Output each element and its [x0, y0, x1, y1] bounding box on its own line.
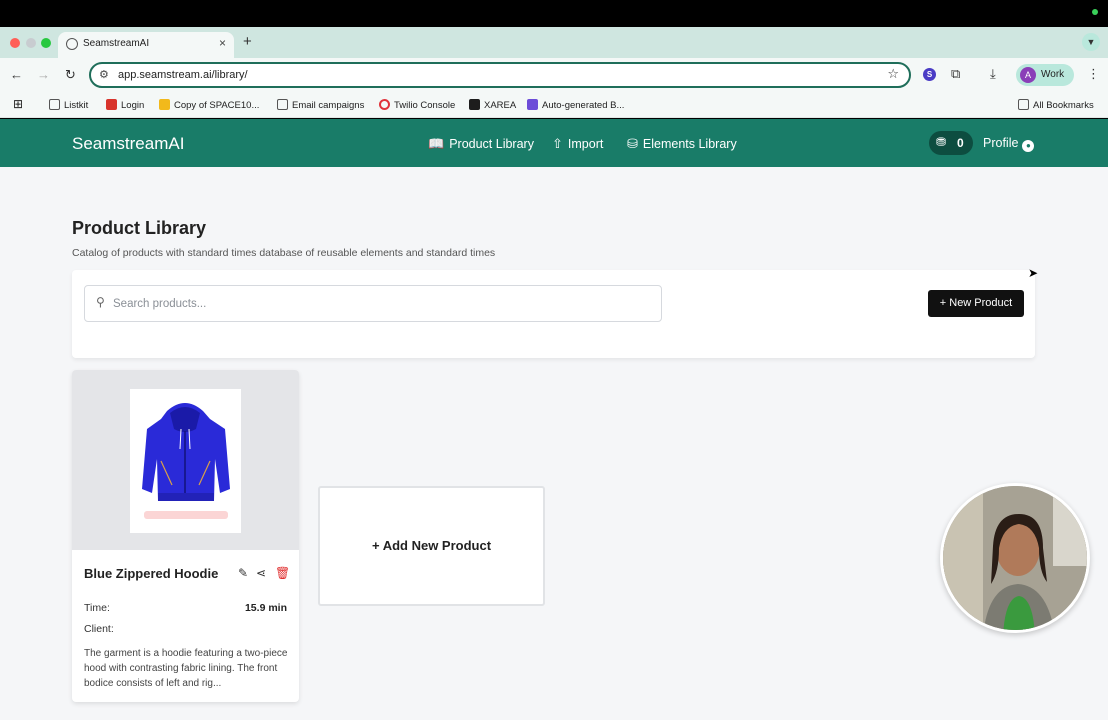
database-icon: ⛁: [627, 136, 638, 151]
login-favicon-icon: [106, 99, 117, 110]
reload-icon[interactable]: ↻: [65, 67, 76, 83]
bookmark-email-campaigns[interactable]: Email campaigns: [277, 99, 364, 111]
presenter-image-icon: [943, 486, 1087, 630]
browser-profile-chip[interactable]: A Work: [1016, 64, 1074, 86]
window-zoom-icon[interactable]: [41, 38, 51, 48]
bookmark-login[interactable]: Login: [106, 99, 144, 111]
search-icon: ⚲: [96, 295, 105, 309]
download-icon[interactable]: ⤓: [990, 66, 996, 82]
product-card[interactable]: Blue Zippered Hoodie ✎ ⋖ 🗑 Time: 15.9 mi…: [72, 370, 299, 702]
edit-icon[interactable]: ✎: [238, 566, 248, 580]
bookmark-all-bookmarks[interactable]: All Bookmarks: [1018, 99, 1094, 111]
video-favicon-icon: [527, 99, 538, 110]
nav-elements-library[interactable]: ⛁ Elements Library: [627, 136, 737, 152]
extension-s-icon[interactable]: S: [923, 68, 936, 81]
browser-tab-active[interactable]: SeamstreamAI ×: [58, 32, 234, 58]
client-label: Client:: [84, 623, 114, 635]
site-settings-icon[interactable]: ⚙: [99, 68, 109, 81]
hoodie-image-icon: [142, 403, 230, 519]
bookmark-auto-generated[interactable]: Auto-generated B...: [527, 99, 624, 111]
tab-search-icon[interactable]: ▼: [1082, 33, 1100, 51]
bookmark-xarea[interactable]: XAREA: [469, 99, 516, 111]
main-content: Product Library Catalog of products with…: [0, 167, 1108, 720]
window-minimize-icon[interactable]: [26, 38, 36, 48]
window-close-icon[interactable]: [10, 38, 20, 48]
bookmark-twilio-console[interactable]: Twilio Console: [379, 99, 455, 111]
profile-menu[interactable]: Profile ●: [983, 136, 1035, 152]
folder-icon: [49, 99, 60, 110]
twilio-favicon-icon: [379, 99, 390, 110]
folder-icon: [277, 99, 288, 110]
time-value: 15.9 min: [244, 602, 287, 614]
bookmark-copy-of-space10[interactable]: Copy of SPACE10...: [159, 99, 259, 111]
tab-close-icon[interactable]: ×: [219, 36, 226, 50]
slides-favicon-icon: [159, 99, 170, 110]
webcam-overlay: [940, 483, 1090, 633]
add-new-product-card[interactable]: + Add New Product: [318, 486, 545, 606]
forward-arrow-icon[interactable]: →: [37, 67, 50, 82]
bookmarks-bar: ⊞ Listkit Login Copy of SPACE10... Email…: [0, 93, 1108, 118]
globe-icon: [66, 38, 78, 50]
browser-menu-icon[interactable]: ⋮: [1087, 66, 1100, 82]
user-circle-icon: ●: [1022, 140, 1035, 152]
search-box[interactable]: ⚲: [84, 285, 662, 322]
brand-logo[interactable]: SeamstreamAI: [72, 134, 184, 154]
camera-indicator-icon: [1092, 9, 1098, 15]
app-header: SeamstreamAI 📖 Product Library ⇧ Import ⛁ E…: [0, 119, 1108, 167]
profile-name: Work: [1041, 69, 1065, 80]
page-subtitle: Catalog of products with standard times …: [72, 247, 496, 259]
nav-product-library[interactable]: 📖 Product Library: [428, 136, 534, 152]
credits-count: 0: [957, 136, 964, 150]
avatar: A: [1020, 67, 1036, 83]
coins-icon: ⛃: [936, 135, 947, 149]
new-product-button[interactable]: + New Product: [928, 290, 1024, 317]
mouse-cursor-icon: ➤: [1028, 266, 1039, 280]
upload-icon: ⇧: [552, 136, 563, 151]
share-icon[interactable]: ⋖: [256, 566, 266, 580]
trash-icon[interactable]: 🗑: [275, 566, 290, 580]
apps-grid-icon[interactable]: ⊞: [13, 97, 23, 111]
search-input[interactable]: [113, 295, 633, 313]
bookmark-listkit[interactable]: Listkit: [49, 99, 88, 111]
new-tab-icon[interactable]: +: [243, 33, 252, 50]
xarea-favicon-icon: [469, 99, 480, 110]
os-top-strip: [0, 0, 1108, 27]
credits-badge[interactable]: ⛃ 0: [929, 131, 973, 155]
address-url[interactable]: app.seamstream.ai/library/: [118, 69, 248, 81]
add-new-product-label: + Add New Product: [371, 538, 492, 553]
address-bar[interactable]: ⚙ app.seamstream.ai/library/ ☆: [89, 62, 911, 88]
product-description: The garment is a hoodie featuring a two-…: [84, 648, 288, 689]
tab-title: SeamstreamAI: [83, 38, 150, 49]
folder-icon: [1018, 99, 1029, 110]
product-name[interactable]: Blue Zippered Hoodie: [84, 566, 218, 581]
bookmark-star-icon[interactable]: ☆: [887, 66, 899, 82]
back-arrow-icon[interactable]: ←: [10, 67, 23, 82]
page-title: Product Library: [72, 218, 207, 238]
extensions-puzzle-icon[interactable]: ⧉: [951, 66, 960, 82]
nav-import[interactable]: ⇧ Import: [552, 136, 603, 152]
search-panel: ⚲ + New Product: [72, 270, 1035, 358]
product-image-area[interactable]: [72, 370, 299, 550]
time-label: Time:: [84, 602, 110, 614]
book-icon: 📖: [428, 136, 445, 151]
product-image: [130, 389, 241, 533]
